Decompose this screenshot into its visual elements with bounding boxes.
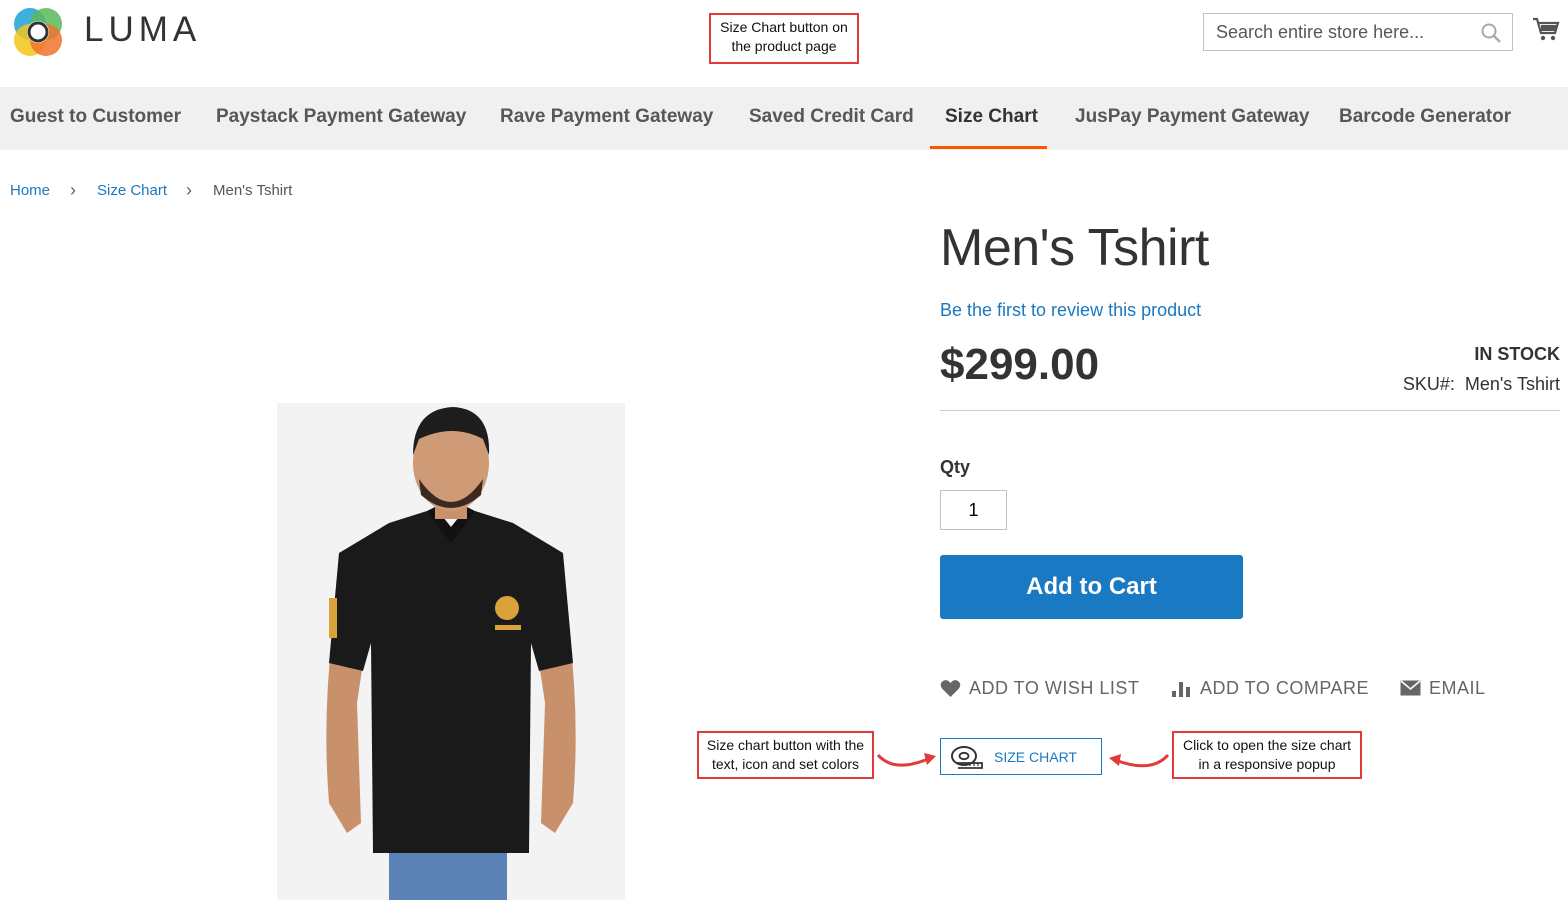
annotation-arrow-right-icon: [1109, 753, 1170, 768]
search-box[interactable]: [1203, 13, 1513, 51]
heart-icon: [940, 679, 961, 697]
stock-status: IN STOCK: [1474, 344, 1560, 364]
nav-item-paystack[interactable]: Paystack Payment Gateway: [216, 87, 466, 150]
nav-item-rave[interactable]: Rave Payment Gateway: [500, 87, 713, 150]
main-navigation: Guest to Customer Paystack Payment Gatew…: [0, 87, 1568, 150]
annotation-right-text: Click to open the size chart in a respon…: [1182, 737, 1352, 772]
cart-icon[interactable]: [1532, 16, 1560, 42]
review-link[interactable]: Be the first to review this product: [940, 300, 1201, 321]
nav-item-juspay[interactable]: JusPay Payment Gateway: [1075, 87, 1309, 150]
breadcrumb-chevron-icon: ›: [70, 180, 76, 200]
product-title: Men's Tshirt: [940, 219, 1209, 277]
nav-item-guest-to-customer[interactable]: Guest to Customer: [10, 87, 181, 150]
add-to-cart-button[interactable]: Add to Cart: [940, 555, 1243, 619]
breadcrumb-current: Men's Tshirt: [213, 182, 293, 199]
breadcrumb-home-link[interactable]: Home: [10, 182, 50, 199]
annotation-left: Size chart button with the text, icon an…: [697, 731, 874, 779]
envelope-icon: [1400, 680, 1421, 696]
qty-input[interactable]: [940, 490, 1007, 530]
add-to-compare-link[interactable]: ADD TO COMPARE: [1171, 676, 1369, 700]
product-image[interactable]: [277, 403, 625, 900]
product-price: $299.00: [940, 340, 1100, 389]
annotation-left-text: Size chart button with the text, icon an…: [706, 737, 865, 772]
nav-active-indicator: [930, 146, 1047, 149]
measuring-tape-icon: [951, 745, 983, 769]
breadcrumb-category[interactable]: Size Chart: [97, 182, 167, 199]
sku-value: Men's Tshirt: [1464, 374, 1560, 394]
nav-item-saved-credit-card[interactable]: Saved Credit Card: [749, 87, 914, 150]
luma-logo-icon[interactable]: [10, 2, 68, 60]
annotation-top-text: Size Chart button on the product page: [720, 19, 848, 54]
divider: [940, 410, 1560, 411]
search-icon[interactable]: [1480, 22, 1502, 44]
search-input[interactable]: [1204, 14, 1476, 50]
nav-item-barcode-generator[interactable]: Barcode Generator: [1339, 87, 1511, 150]
add-to-wishlist-link[interactable]: ADD TO WISH LIST: [940, 676, 1139, 700]
sku: SKU#: Men's Tshirt: [1403, 374, 1560, 395]
annotation-right: Click to open the size chart in a respon…: [1172, 731, 1362, 779]
breadcrumb-chevron-icon: ›: [186, 180, 192, 200]
logo-text[interactable]: LUMA: [84, 10, 201, 50]
compare-label: ADD TO COMPARE: [1200, 677, 1370, 698]
sku-label: SKU#:: [1402, 374, 1455, 394]
breadcrumb-category-link[interactable]: Size Chart: [97, 182, 167, 199]
wishlist-label: ADD TO WISH LIST: [969, 677, 1140, 698]
tshirt-model-image: [326, 407, 576, 900]
size-chart-button[interactable]: SIZE CHART: [940, 738, 1102, 775]
annotation-arrow-left-icon: [876, 753, 936, 767]
email-link[interactable]: EMAIL: [1400, 676, 1486, 700]
breadcrumb-home[interactable]: Home: [10, 182, 50, 199]
email-label: EMAIL: [1429, 677, 1486, 698]
qty-label: Qty: [940, 457, 971, 477]
compare-icon: [1172, 682, 1190, 697]
size-chart-label: SIZE CHART: [994, 748, 1077, 765]
annotation-top: Size Chart button on the product page: [709, 13, 859, 64]
nav-item-size-chart[interactable]: Size Chart: [945, 87, 1038, 150]
